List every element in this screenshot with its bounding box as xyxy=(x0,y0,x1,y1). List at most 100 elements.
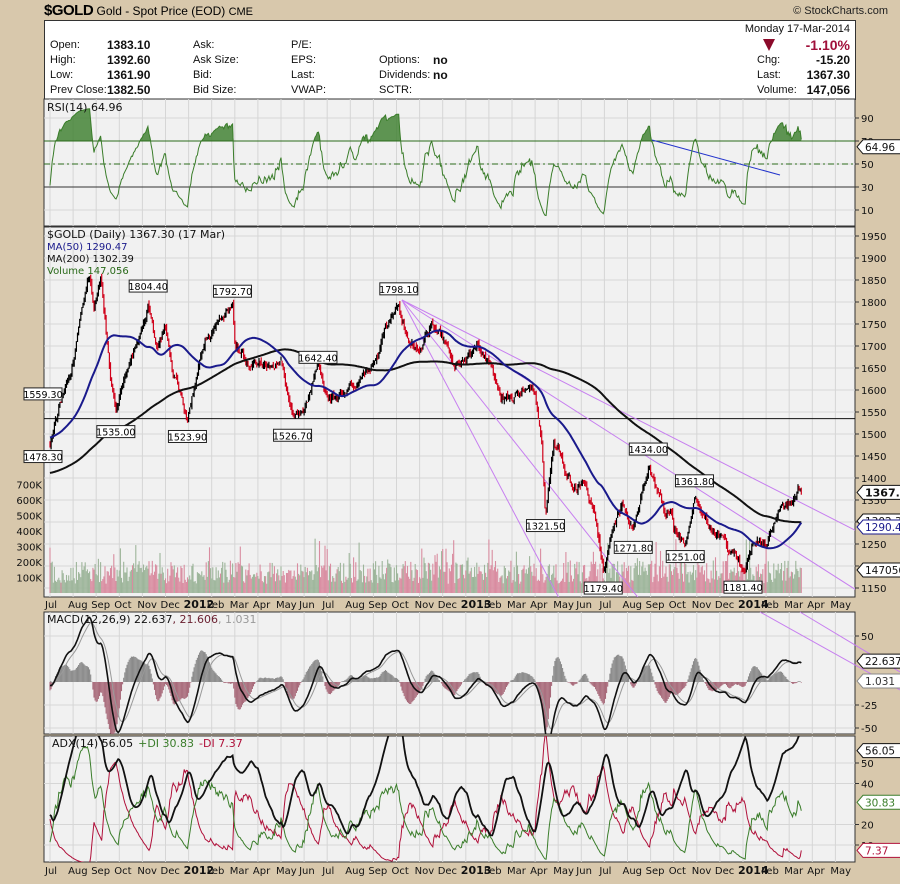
x-label-mid: Feb xyxy=(761,600,779,611)
macd-tick-label: -50 xyxy=(861,724,877,735)
macd-tag: 22.637 xyxy=(856,653,900,669)
macd-hist-tag-text: 1.031 xyxy=(865,676,895,688)
price-tick-label: 1150 xyxy=(861,584,886,595)
volume-legend: Volume 147,056 xyxy=(47,266,129,277)
volume-tick-label: 700K xyxy=(16,481,42,492)
adx-title-part: ADX(14) 56.05 xyxy=(52,737,133,750)
x-label-mid: Dec xyxy=(438,600,457,611)
volume-tag-text: 147056 xyxy=(865,565,900,577)
x-label-mid: Oct xyxy=(392,600,409,611)
price-tick-label: 1750 xyxy=(861,320,886,331)
ma50-legend: MA(50) 1290.47 xyxy=(47,242,128,253)
x-label-bottom: Aug xyxy=(345,866,365,877)
rsi-title: RSI(14) 64.96 xyxy=(47,101,122,114)
x-label-mid: Sep xyxy=(368,600,387,611)
x-label-bottom: Jul xyxy=(598,866,611,877)
x-label-mid: May xyxy=(553,600,574,611)
x-label-bottom: Mar xyxy=(784,866,804,877)
x-label-mid: Oct xyxy=(669,600,686,611)
annotation-label: 1478.30 xyxy=(23,453,62,464)
macd-tick-label: 50 xyxy=(861,632,874,643)
x-label-mid: Sep xyxy=(646,600,665,611)
x-label-mid: Oct xyxy=(114,600,131,611)
plus-di-tag-text: 30.83 xyxy=(865,797,895,809)
x-label-mid: Nov xyxy=(415,600,435,611)
x-label-bottom: Nov xyxy=(415,866,435,877)
minus-di-tag: 7.37 xyxy=(856,842,900,858)
rsi-tag: 64.96 xyxy=(856,139,900,155)
price-tick-label: 1900 xyxy=(861,254,886,265)
x-label-mid: Feb xyxy=(484,600,502,611)
x-label-bottom: Sep xyxy=(646,866,665,877)
x-label-bottom: Dec xyxy=(715,866,734,877)
price-tick-label: 1700 xyxy=(861,342,886,353)
price-tick-label: 1600 xyxy=(861,386,886,397)
chart-canvas[interactable]: Jul Aug Sep Oct Nov Dec 2012Feb Mar Apr May Jun Jul… xyxy=(0,0,900,884)
x-label-mid: May xyxy=(830,600,851,611)
price-tick-label: 1850 xyxy=(861,276,886,287)
x-label-bottom: Dec xyxy=(161,866,180,877)
x-label-bottom: Feb xyxy=(761,866,779,877)
price-tick-label: 1500 xyxy=(861,430,886,441)
rsi-tick-label: 10 xyxy=(861,206,874,217)
x-label-mid: Jul xyxy=(321,600,334,611)
x-label-bottom: Apr xyxy=(530,866,548,877)
x-label-bottom: Oct xyxy=(392,866,409,877)
x-label-mid: May xyxy=(276,600,297,611)
x-label-bottom: Mar xyxy=(507,866,527,877)
x-label-bottom: Jul xyxy=(44,866,57,877)
price-tick-label: 1400 xyxy=(861,474,886,485)
ma50-tag-text: 1290.47 xyxy=(865,522,900,534)
annotation-label: 1361.80 xyxy=(675,477,714,488)
x-label-bottom: Feb xyxy=(207,866,225,877)
annotation-label: 1179.40 xyxy=(584,584,623,595)
x-label-bottom: Nov xyxy=(692,866,712,877)
price-title: $GOLD (Daily) 1367.30 (17 Mar) xyxy=(47,228,225,241)
x-label-bottom: Apr xyxy=(253,866,271,877)
ma200-legend: MA(200) 1302.39 xyxy=(47,254,134,265)
x-label-mid: Jul xyxy=(44,600,57,611)
x-label-bottom: Dec xyxy=(438,866,457,877)
annotation-label: 1434.00 xyxy=(629,445,668,456)
x-label-mid: Aug xyxy=(623,600,643,611)
adx-title-part: +DI 30.83 xyxy=(138,737,194,750)
x-label-bottom: May xyxy=(830,866,851,877)
x-label-mid: Aug xyxy=(345,600,365,611)
macd-tick-label: -25 xyxy=(861,701,877,712)
x-label-mid: Mar xyxy=(230,600,250,611)
minus-di-tag-text: 7.37 xyxy=(865,845,888,857)
macd-title-part: , 21.606 xyxy=(173,613,218,626)
x-label-bottom: Jul xyxy=(321,866,334,877)
adx-tag-text: 56.05 xyxy=(865,746,895,758)
stockcharts-page: $GOLD Gold - Spot Price (EOD) CME © Stoc… xyxy=(0,0,900,884)
annotation-label: 1559.30 xyxy=(23,390,62,401)
annotation-label: 1523.90 xyxy=(168,432,207,443)
x-label-bottom: Jun xyxy=(575,866,592,877)
x-label-bottom: May xyxy=(553,866,574,877)
annotation-label: 1321.50 xyxy=(526,522,565,533)
last-price-tag: 1367.30 xyxy=(856,484,900,500)
x-label-mid: Dec xyxy=(715,600,734,611)
price-tick-label: 1250 xyxy=(861,540,886,551)
x-label-bottom: Oct xyxy=(669,866,686,877)
x-label-mid: Jul xyxy=(598,600,611,611)
x-label-bottom: Aug xyxy=(68,866,88,877)
volume-tick-label: 500K xyxy=(16,512,42,523)
adx-title: ADX(14) 56.05 +DI 30.83 -DI 7.37 xyxy=(52,737,243,750)
adx-tick-label: 40 xyxy=(861,780,874,791)
adx-title-part: -DI 7.37 xyxy=(199,737,243,750)
price-tick-label: 1450 xyxy=(861,452,886,463)
x-label-mid: Apr xyxy=(807,600,825,611)
price-tick-label: 1950 xyxy=(861,232,886,243)
macd-title-part: , 1.031 xyxy=(218,613,256,626)
x-label-bottom: Nov xyxy=(137,866,157,877)
x-label-mid: Nov xyxy=(137,600,157,611)
price-tick-label: 1550 xyxy=(861,408,886,419)
macd-title-part: MACD(12,26,9) 22.637 xyxy=(47,613,173,626)
x-label-bottom: Aug xyxy=(623,866,643,877)
annotation-label: 1535.00 xyxy=(96,428,135,439)
x-label-bottom: Sep xyxy=(368,866,387,877)
annotation-label: 1181.40 xyxy=(723,583,762,594)
x-label-bottom: Oct xyxy=(114,866,131,877)
price-tick-label: 1650 xyxy=(861,364,886,375)
